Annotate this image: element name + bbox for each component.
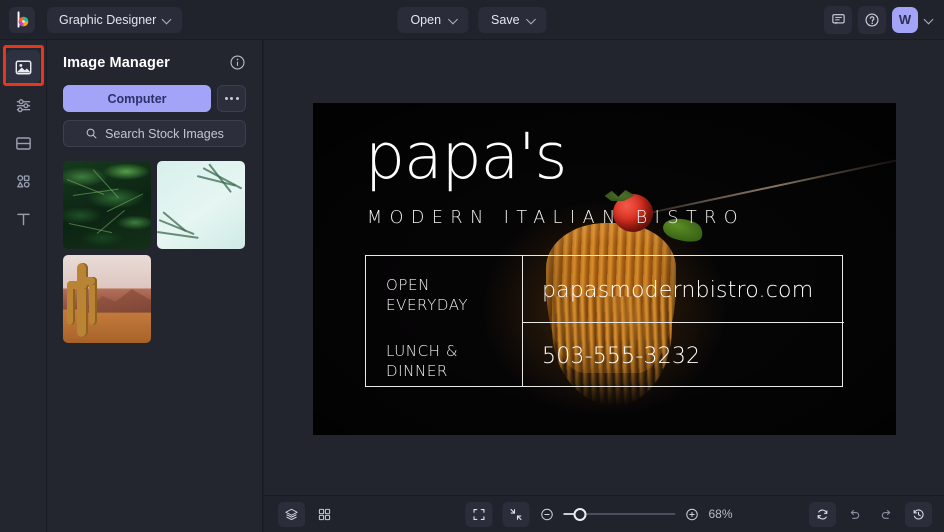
plus-circle-icon[interactable] xyxy=(685,507,700,522)
image-icon xyxy=(14,58,33,77)
ellipsis-icon xyxy=(235,97,239,100)
image-manager-panel: Image Manager Computer Search Stock Imag… xyxy=(47,40,263,532)
more-sources-button[interactable] xyxy=(217,85,246,112)
refresh-icon xyxy=(815,507,830,522)
zoom-level-label: 68% xyxy=(708,507,733,521)
zoom-slider[interactable] xyxy=(563,507,676,521)
save-label: Save xyxy=(491,12,520,27)
info-box-vertical-divider xyxy=(522,256,523,386)
app-root: Graphic Designer Open Save W Image Manag… xyxy=(0,0,944,532)
text-icon xyxy=(14,210,33,229)
mode-label: Graphic Designer xyxy=(59,12,157,27)
meals-line1: LUNCH & xyxy=(386,342,459,360)
hours-line1: OPEN xyxy=(386,276,430,294)
layers-button[interactable] xyxy=(278,501,305,527)
artboard[interactable]: papa's MODERN ITALIAN BISTRO OPEN EVERYD… xyxy=(313,103,896,435)
chevron-down-icon xyxy=(528,15,537,24)
source-buttons: Computer xyxy=(63,85,246,112)
bottom-left-tools xyxy=(278,501,338,527)
info-box-horizontal-divider xyxy=(522,322,844,323)
avatar[interactable]: W xyxy=(892,6,918,33)
ellipsis-icon xyxy=(230,97,233,100)
account-actions: W xyxy=(824,5,936,34)
redo-icon xyxy=(879,507,894,522)
chevron-down-icon xyxy=(449,15,458,24)
sidebar-item-templates[interactable] xyxy=(6,126,40,160)
mode-selector[interactable]: Graphic Designer xyxy=(47,6,183,33)
history-button[interactable] xyxy=(905,501,932,527)
avatar-chevron-down-icon[interactable] xyxy=(925,15,934,24)
top-bar: Graphic Designer Open Save W xyxy=(0,0,944,40)
grid-button[interactable] xyxy=(311,502,338,527)
layers-icon xyxy=(284,507,299,522)
computer-button[interactable]: Computer xyxy=(63,85,211,112)
help-button[interactable] xyxy=(858,5,886,34)
info-circle-icon[interactable] xyxy=(229,54,246,71)
thumbnail-tropical-leaves[interactable] xyxy=(63,161,151,249)
hours-line2: EVERYDAY xyxy=(386,295,469,314)
minus-circle-icon[interactable] xyxy=(540,507,555,522)
sidebar-item-text[interactable] xyxy=(6,202,40,236)
search-placeholder-label: Search Stock Images xyxy=(105,126,224,141)
reset-button[interactable] xyxy=(809,501,836,527)
sliders-icon xyxy=(14,96,33,115)
layout-icon xyxy=(14,134,33,153)
ellipsis-icon xyxy=(224,97,228,100)
thumbnail-desert-cactus[interactable] xyxy=(63,255,151,343)
open-label: Open xyxy=(410,12,442,27)
website-text[interactable]: papasmodernbistro.com xyxy=(542,278,813,303)
panel-header: Image Manager xyxy=(63,54,246,71)
chevron-down-icon xyxy=(163,15,172,24)
artboard-info-box[interactable]: OPEN EVERYDAY LUNCH & DINNER papasmodern… xyxy=(365,255,844,387)
chat-bubble-icon xyxy=(831,12,846,27)
undo-icon xyxy=(847,507,862,522)
left-tool-rail xyxy=(0,40,47,532)
computer-label: Computer xyxy=(107,91,167,106)
shrink-button[interactable] xyxy=(502,501,530,527)
canvas-area[interactable]: papa's MODERN ITALIAN BISTRO OPEN EVERYD… xyxy=(264,40,944,495)
meals-line2: DINNER xyxy=(386,361,448,380)
save-button[interactable]: Save xyxy=(478,6,547,33)
zoom-slider-group: 68% xyxy=(540,507,743,522)
collapse-arrows-icon xyxy=(509,507,524,522)
zoom-slider-knob[interactable] xyxy=(573,507,587,521)
fit-to-screen-icon xyxy=(472,507,487,522)
avatar-initial: W xyxy=(898,12,912,27)
search-stock-images-input[interactable]: Search Stock Images xyxy=(63,120,246,147)
meals-label[interactable]: LUNCH & DINNER xyxy=(386,342,458,382)
file-actions: Open Save xyxy=(397,6,547,33)
page-title: Image Manager xyxy=(63,54,170,71)
grid-icon xyxy=(317,507,332,522)
thumbnail-mint-palm[interactable] xyxy=(157,161,245,249)
bottom-bar: 68% xyxy=(264,495,944,532)
question-circle-icon xyxy=(864,12,880,28)
sidebar-item-graphics[interactable] xyxy=(6,164,40,198)
artboard-subhead[interactable]: MODERN ITALIAN BISTRO xyxy=(367,208,745,228)
search-icon xyxy=(85,127,98,140)
hours-label[interactable]: OPEN EVERYDAY xyxy=(386,276,468,316)
undo-button[interactable] xyxy=(841,502,868,527)
artboard-headline[interactable]: papa's xyxy=(365,125,567,188)
image-thumbnail-grid xyxy=(63,161,246,343)
shapes-icon xyxy=(14,172,33,191)
sidebar-item-edit[interactable] xyxy=(6,88,40,122)
feedback-button[interactable] xyxy=(824,5,852,34)
open-button[interactable]: Open xyxy=(397,6,469,33)
zoom-controls: 68% xyxy=(465,501,743,527)
history-icon xyxy=(911,507,926,522)
fit-to-screen-button[interactable] xyxy=(465,501,493,527)
phone-text[interactable]: 503-555-3232 xyxy=(542,344,700,369)
history-controls xyxy=(809,501,932,527)
sidebar-item-image-manager[interactable] xyxy=(6,50,40,84)
redo-button[interactable] xyxy=(873,502,900,527)
befunky-logo-icon[interactable] xyxy=(9,6,35,33)
